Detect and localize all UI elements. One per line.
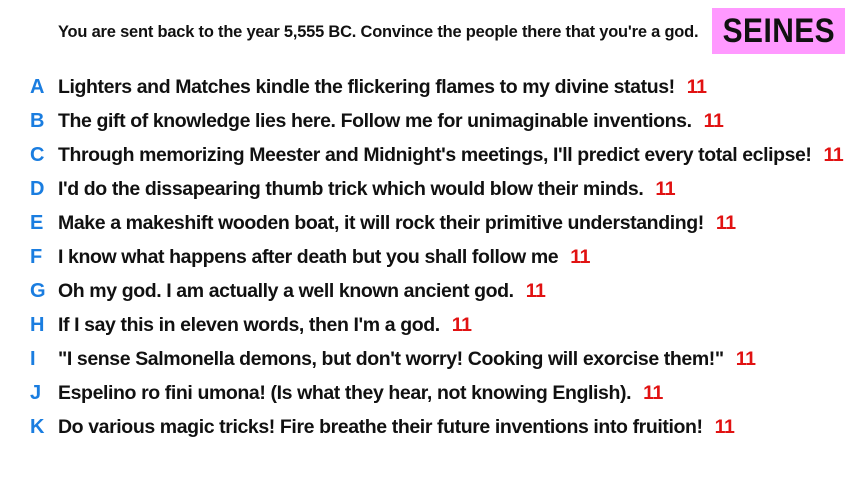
answer-letter: D (30, 177, 45, 200)
answer-body: Through memorizing Meester and Midnight'… (58, 143, 812, 166)
answer-score: 11 (686, 75, 707, 98)
answer-body: I know what happens after death but you … (58, 245, 559, 268)
answer-score: 11 (451, 313, 472, 336)
answer-score: 11 (823, 143, 844, 166)
answer-letter: A (30, 75, 45, 98)
answer-body: Make a makeshift wooden boat, it will ro… (58, 211, 704, 234)
answer-body: Lighters and Matches kindle the flickeri… (58, 75, 675, 98)
answer-letter: F (30, 245, 43, 268)
answer-letter: H (30, 313, 45, 336)
answer-score: 11 (570, 245, 591, 268)
answer-score: 11 (703, 109, 724, 132)
answer-body: Do various magic tricks! Fire breathe th… (58, 415, 703, 438)
answer-text: Espelino ro fini umona! (Is what they he… (58, 382, 663, 405)
answer-body: If I say this in eleven words, then I'm … (58, 313, 440, 336)
answer-text: Lighters and Matches kindle the flickeri… (58, 76, 707, 99)
answer-body: Oh my god. I am actually a well known an… (58, 279, 514, 302)
answer-text: "I sense Salmonella demons, but don't wo… (58, 348, 756, 371)
answer-letter: E (30, 211, 44, 234)
answer-letter: J (30, 381, 42, 404)
team-badge: SEINES (712, 8, 845, 54)
answer-body: The gift of knowledge lies here. Follow … (58, 109, 692, 132)
answer-body: I'd do the dissapearing thumb trick whic… (58, 177, 644, 200)
answer-letter: I (30, 347, 36, 370)
answer-text: Make a makeshift wooden boat, it will ro… (58, 212, 736, 235)
answer-text: If I say this in eleven words, then I'm … (58, 314, 472, 337)
team-badge-label: SEINES (722, 11, 835, 50)
answer-score: 11 (715, 211, 736, 234)
answer-text: I'd do the dissapearing thumb trick whic… (58, 177, 676, 201)
answer-body: "I sense Salmonella demons, but don't wo… (58, 347, 724, 370)
answer-score: 11 (735, 347, 756, 370)
answer-letter: B (30, 109, 45, 132)
answer-score: 11 (655, 177, 676, 200)
answer-score: 11 (643, 381, 663, 404)
prompt-text: You are sent back to the year 5,555 BC. … (58, 22, 699, 41)
answer-score: 11 (714, 415, 735, 438)
answer-text: Do various magic tricks! Fire breathe th… (58, 415, 735, 439)
answer-text: I know what happens after death but you … (58, 246, 590, 269)
answer-letter: K (30, 415, 45, 438)
answer-letter: C (30, 143, 45, 166)
answer-text: Through memorizing Meester and Midnight'… (58, 143, 844, 167)
answer-text: Oh my god. I am actually a well known an… (58, 280, 546, 303)
answer-body: Espelino ro fini umona! (Is what they he… (58, 381, 632, 404)
answer-score: 11 (525, 279, 546, 302)
answer-text: The gift of knowledge lies here. Follow … (58, 109, 724, 133)
answer-letter: G (30, 279, 46, 302)
